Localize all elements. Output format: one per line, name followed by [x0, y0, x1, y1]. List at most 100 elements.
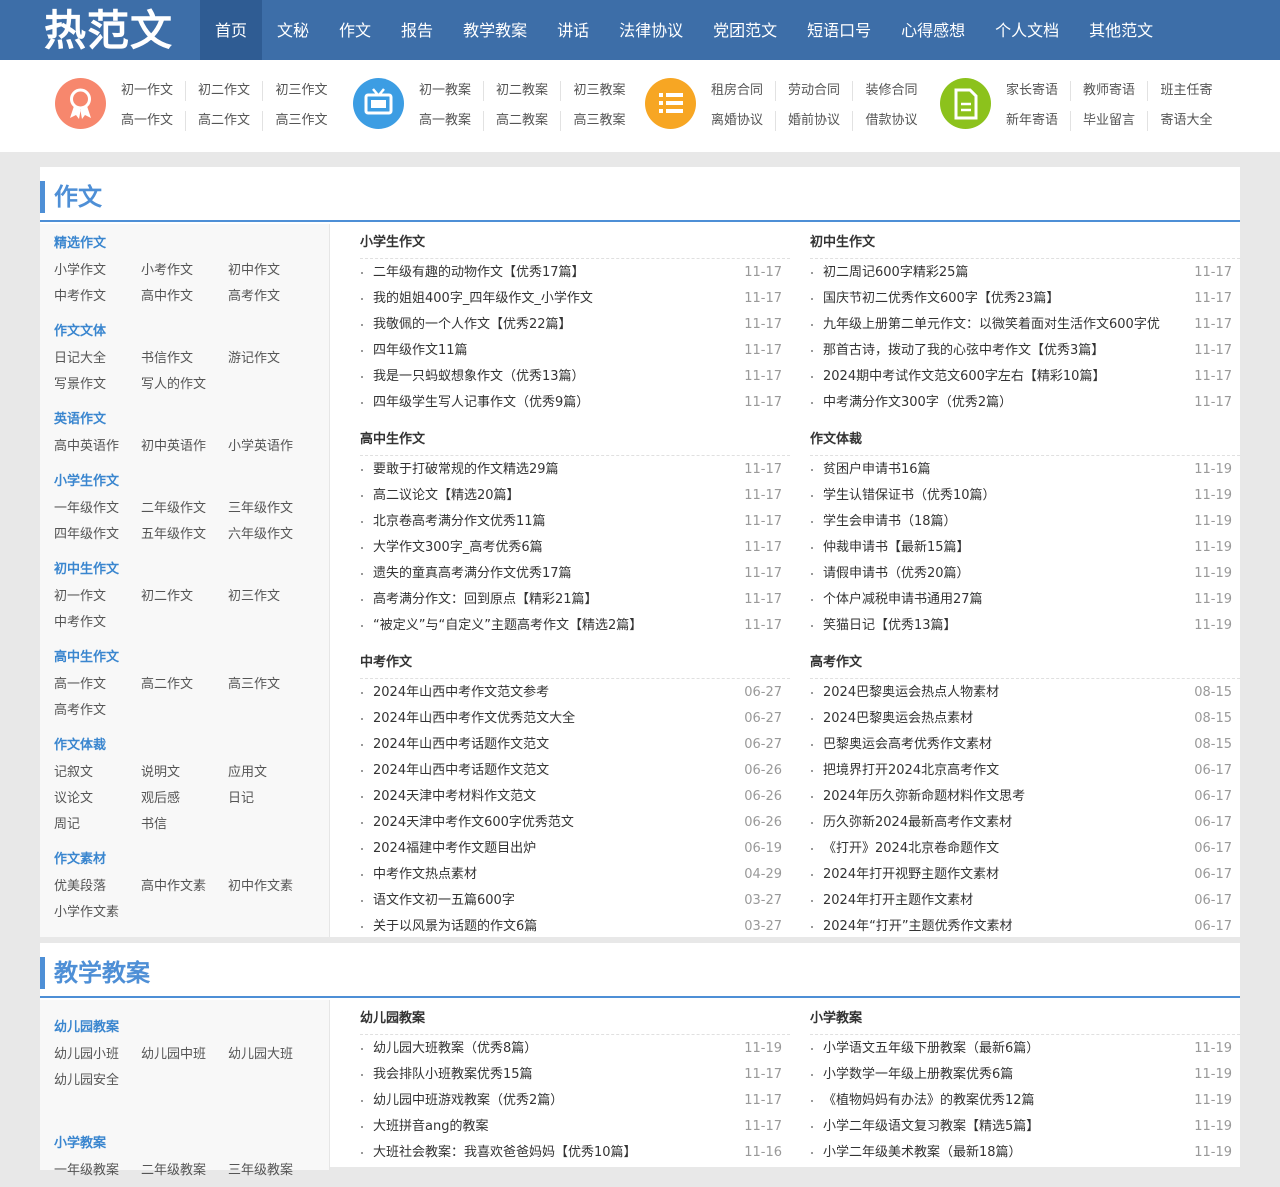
article-link[interactable]: 2024期中考试作文范文600字左右【精彩10篇】 — [823, 364, 1188, 390]
article-link[interactable]: 请假申请书（优秀20篇） — [823, 561, 1188, 587]
quick-link[interactable]: 初二教案 — [484, 81, 561, 101]
article-block-title[interactable]: 作文体裁 — [810, 430, 1240, 456]
sidebar-link[interactable]: 游记作文 — [228, 349, 315, 369]
sidebar-link[interactable]: 高中英语作 — [54, 437, 141, 457]
document-icon[interactable] — [940, 78, 991, 129]
article-link[interactable]: 2024年“打开”主题优秀作文素材 — [823, 914, 1188, 940]
article-link[interactable]: 四年级学生写人记事作文（优秀9篇） — [373, 390, 738, 416]
article-link[interactable]: 2024巴黎奥运会热点素材 — [823, 706, 1188, 732]
sidebar-link[interactable]: 应用文 — [228, 763, 315, 783]
article-link[interactable]: 《打开》2024北京卷命题作文 — [823, 836, 1188, 862]
article-link[interactable]: 中考满分作文300字（优秀2篇） — [823, 390, 1188, 416]
sidebar-link[interactable]: 优美段落 — [54, 877, 141, 897]
nav-item[interactable]: 个人文档 — [980, 0, 1074, 60]
article-link[interactable]: 2024年打开主题作文素材 — [823, 888, 1188, 914]
sidebar-link[interactable]: 写人的作文 — [141, 375, 228, 395]
sidebar-link[interactable]: 书信 — [141, 815, 228, 835]
article-link[interactable]: 四年级作文11篇 — [373, 338, 738, 364]
article-link[interactable]: 笑猫日记【优秀13篇】 — [823, 613, 1188, 639]
sidebar-link[interactable]: 高考作文 — [54, 701, 141, 721]
article-link[interactable]: 2024福建中考作文题目出炉 — [373, 836, 738, 862]
quick-link[interactable]: 高二教案 — [484, 111, 561, 131]
sidebar-category-title[interactable]: 作文体裁 — [54, 736, 324, 756]
quick-link[interactable]: 初一作文 — [109, 81, 186, 101]
quick-link[interactable]: 租房合同 — [699, 81, 776, 101]
sidebar-link[interactable]: 二年级教案 — [141, 1161, 228, 1181]
article-link[interactable]: 关于以风景为话题的作文6篇 — [373, 914, 738, 940]
article-link[interactable]: 我敬佩的一个人作文【优秀22篇】 — [373, 312, 738, 338]
sidebar-link[interactable]: 六年级作文 — [228, 525, 315, 545]
article-link[interactable]: 幼儿园中班游戏教案（优秀2篇） — [373, 1088, 738, 1114]
sidebar-category-title[interactable]: 初中生作文 — [54, 560, 324, 580]
sidebar-category-title[interactable]: 作文文体 — [54, 322, 324, 342]
quick-link[interactable]: 初三教案 — [561, 81, 638, 101]
nav-item[interactable]: 其他范文 — [1074, 0, 1168, 60]
article-link[interactable]: 语文作文初一五篇600字 — [373, 888, 738, 914]
nav-item[interactable]: 心得感想 — [886, 0, 980, 60]
sidebar-link[interactable]: 高三作文 — [228, 675, 315, 695]
sidebar-category-title[interactable]: 小学教案 — [54, 1134, 324, 1154]
sidebar-link[interactable]: 初二作文 — [141, 587, 228, 607]
article-link[interactable]: 北京卷高考满分作文优秀11篇 — [373, 509, 738, 535]
nav-item[interactable]: 首页 — [200, 0, 263, 60]
sidebar-link[interactable]: 高考作文 — [228, 287, 315, 307]
nav-item[interactable]: 党团范文 — [698, 0, 792, 60]
sidebar-link[interactable]: 二年级作文 — [141, 499, 228, 519]
article-link[interactable]: 小学二年级美术教案（最新18篇） — [823, 1140, 1188, 1166]
quick-link[interactable]: 高三作文 — [263, 111, 340, 131]
list-icon[interactable] — [645, 78, 696, 129]
quick-link[interactable]: 新年寄语 — [994, 111, 1071, 131]
article-link[interactable]: 遗失的童真高考满分作文优秀17篇 — [373, 561, 738, 587]
nav-item[interactable]: 教学教案 — [448, 0, 542, 60]
quick-link[interactable]: 借款协议 — [853, 111, 930, 131]
sidebar-link[interactable]: 初一作文 — [54, 587, 141, 607]
article-link[interactable]: 高二议论文【精选20篇】 — [373, 483, 738, 509]
quick-link[interactable]: 离婚协议 — [699, 111, 776, 131]
article-link[interactable]: 个体户减税申请书通用27篇 — [823, 587, 1188, 613]
sidebar-link[interactable]: 小学英语作 — [228, 437, 315, 457]
sidebar-link[interactable]: 幼儿园小班 — [54, 1045, 141, 1065]
award-ribbon-icon[interactable] — [55, 78, 106, 129]
sidebar-link[interactable]: 写景作文 — [54, 375, 141, 395]
article-link[interactable]: 2024巴黎奥运会热点人物素材 — [823, 680, 1188, 706]
section-title[interactable]: 作文 — [54, 179, 102, 215]
quick-link[interactable]: 劳动合同 — [776, 81, 853, 101]
article-block-title[interactable]: 高中生作文 — [360, 430, 790, 456]
quick-link[interactable]: 毕业留言 — [1071, 111, 1148, 131]
article-link[interactable]: 2024年山西中考作文范文参考 — [373, 680, 738, 706]
sidebar-link[interactable]: 小学作文素 — [54, 903, 141, 923]
quick-link[interactable]: 班主任寄 — [1148, 81, 1225, 101]
sidebar-link[interactable]: 说明文 — [141, 763, 228, 783]
sidebar-category-title[interactable]: 英语作文 — [54, 410, 324, 430]
section-title[interactable]: 教学教案 — [54, 955, 150, 991]
quick-link[interactable]: 高三教案 — [561, 111, 638, 131]
sidebar-link[interactable]: 日记大全 — [54, 349, 141, 369]
article-link[interactable]: 学生认错保证书（优秀10篇） — [823, 483, 1188, 509]
article-link[interactable]: 贫困户申请书16篇 — [823, 457, 1188, 483]
sidebar-link[interactable]: 初中英语作 — [141, 437, 228, 457]
article-link[interactable]: 高考满分作文：回到原点【精彩21篇】 — [373, 587, 738, 613]
sidebar-link[interactable]: 高一作文 — [54, 675, 141, 695]
article-link[interactable]: 历久弥新2024最新高考作文素材 — [823, 810, 1188, 836]
article-link[interactable]: 国庆节初二优秀作文600字【优秀23篇】 — [823, 286, 1188, 312]
quick-link[interactable]: 高一作文 — [109, 111, 186, 131]
sidebar-link[interactable]: 议论文 — [54, 789, 141, 809]
sidebar-link[interactable]: 幼儿园中班 — [141, 1045, 228, 1065]
quick-link[interactable]: 装修合同 — [853, 81, 930, 101]
article-link[interactable]: 小学数学一年级上册教案优秀6篇 — [823, 1062, 1188, 1088]
quick-link[interactable]: 教师寄语 — [1071, 81, 1148, 101]
article-block-title[interactable]: 幼儿园教案 — [360, 1009, 790, 1035]
article-link[interactable]: 大班社会教案：我喜欢爸爸妈妈【优秀10篇】 — [373, 1140, 738, 1166]
article-link[interactable]: 幼儿园大班教案（优秀8篇） — [373, 1036, 738, 1062]
article-link[interactable]: 巴黎奥运会高考优秀作文素材 — [823, 732, 1188, 758]
article-link[interactable]: 我的姐姐400字_四年级作文_小学作文 — [373, 286, 738, 312]
article-link[interactable]: 2024年山西中考作文优秀范文大全 — [373, 706, 738, 732]
article-link[interactable]: 初二周记600字精彩25篇 — [823, 260, 1188, 286]
article-link[interactable]: 二年级有趣的动物作文【优秀17篇】 — [373, 260, 738, 286]
sidebar-link[interactable]: 一年级作文 — [54, 499, 141, 519]
article-link[interactable]: 大班拼音ang的教案 — [373, 1114, 738, 1140]
sidebar-link[interactable]: 中考作文 — [54, 613, 141, 633]
sidebar-category-title[interactable]: 高中生作文 — [54, 648, 324, 668]
article-link[interactable]: 2024年打开视野主题作文素材 — [823, 862, 1188, 888]
article-link[interactable]: 小学语文五年级下册教案（最新6篇） — [823, 1036, 1188, 1062]
